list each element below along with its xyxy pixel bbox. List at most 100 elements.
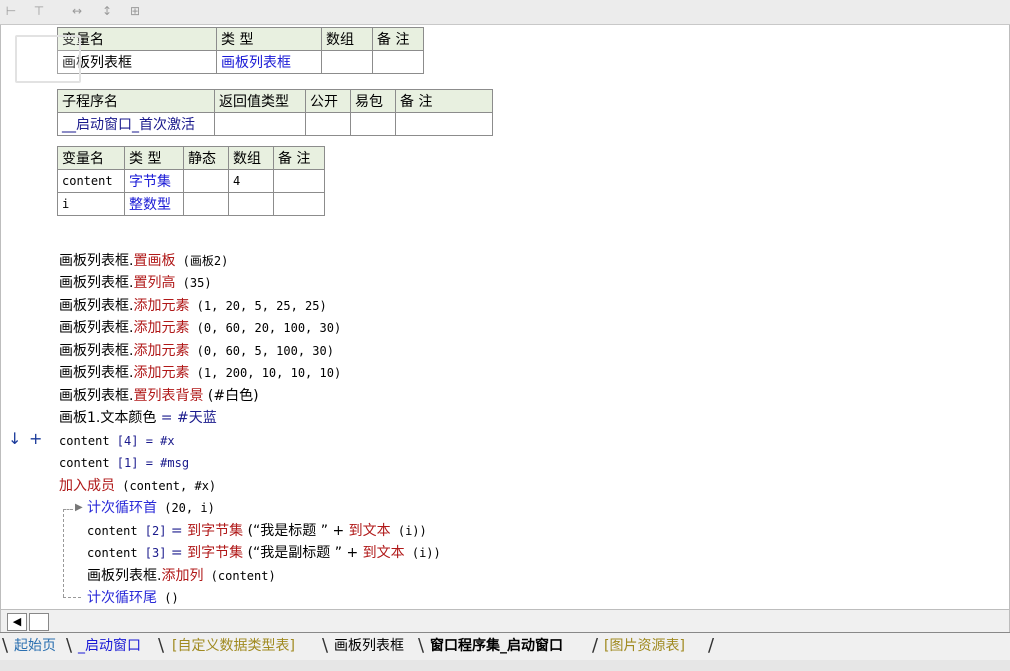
method-name: 置画板: [133, 253, 176, 269]
assembly-variable-table: 变量名 类 型 数组 备 注 画板列表框 画板列表框: [57, 27, 424, 74]
note-cell[interactable]: [273, 192, 325, 216]
subroutine-name-cell[interactable]: __启动窗口_首次激活: [57, 112, 215, 136]
assign-operator: =: [138, 434, 161, 448]
arguments: (content, #x): [115, 479, 217, 493]
code-line[interactable]: 加入成员 (content, #x): [59, 477, 216, 495]
arguments: (20, i): [157, 501, 215, 515]
code-line[interactable]: content [4] = #x: [59, 432, 175, 450]
local-variable-table: 变量名 类 型 静态 数组 备 注 content 字节集 4 i 整数型: [57, 146, 325, 216]
code-line[interactable]: 计次循环首 (20, i): [87, 499, 215, 517]
code-line[interactable]: 画板列表框.置列高 (35): [59, 274, 212, 292]
scroll-thumb[interactable]: [29, 613, 49, 631]
return-type-cell[interactable]: [214, 112, 306, 136]
object-name: 画板列表框.: [59, 343, 134, 359]
arguments: (0, 60, 5, 100, 30): [189, 344, 334, 358]
column-header: 备 注: [273, 146, 325, 170]
variable-name-cell[interactable]: 画板列表框: [57, 50, 217, 74]
note-cell[interactable]: [273, 169, 325, 193]
tab-image-resources[interactable]: [图片资源表]: [604, 635, 685, 657]
array-cell[interactable]: [228, 192, 274, 216]
array-cell[interactable]: 4: [228, 169, 274, 193]
code-editor[interactable]: 变量名 类 型 数组 备 注 画板列表框 画板列表框 子程序名 返回值类型 公开…: [0, 25, 1010, 609]
tab-startup-window[interactable]: _启动窗口: [78, 635, 141, 657]
arguments: (1, 20, 5, 25, 25): [189, 299, 327, 313]
code-line[interactable]: 计次循环尾 (): [87, 589, 179, 607]
assign-value: #x: [160, 434, 175, 448]
tab-canvas-listbox[interactable]: 画板列表框: [334, 635, 404, 657]
loop-arrow-icon: ▶: [75, 502, 83, 513]
tab-divider: \: [2, 635, 9, 656]
same-size-icon[interactable]: ⊞: [126, 2, 144, 20]
command-name: 加入成员: [59, 478, 115, 494]
tab-divider: \: [322, 635, 329, 656]
local-var-name-cell[interactable]: content: [57, 169, 125, 193]
scroll-left-arrow-icon[interactable]: ◀: [7, 613, 27, 631]
column-header: 公开: [305, 89, 351, 113]
align-top-icon[interactable]: ⊤: [30, 2, 48, 20]
code-line[interactable]: content [2] = 到字节集 (“我是标题 ” + 到文本 (i)): [87, 522, 427, 540]
code-line[interactable]: 画板列表框.添加元素 (1, 20, 5, 25, 25): [59, 297, 327, 315]
assign-operator: =: [166, 523, 188, 539]
variable-type-cell[interactable]: 画板列表框: [216, 50, 322, 74]
code-line[interactable]: 画板列表框.添加列 (content): [87, 567, 276, 585]
tab-window-program-set[interactable]: 窗口程序集_启动窗口: [430, 635, 563, 657]
public-cell[interactable]: [305, 112, 351, 136]
same-width-icon[interactable]: ↔: [68, 2, 86, 20]
method-name: 添加列: [161, 568, 204, 584]
object-name: 画板列表框.: [59, 365, 134, 381]
array-cell[interactable]: [321, 50, 373, 74]
code-line[interactable]: content [3] = 到字节集 (“我是副标题 ” + 到文本 (i)): [87, 544, 441, 562]
variable-ref: content: [59, 434, 117, 448]
local-var-name-cell[interactable]: i: [57, 192, 125, 216]
code-line[interactable]: 画板列表框.置画板 (画板2): [59, 252, 228, 270]
column-header: 类 型: [124, 146, 184, 170]
object-name: 画板列表框.: [59, 298, 134, 314]
code-line[interactable]: 画板列表框.添加元素 (0, 60, 5, 100, 30): [59, 342, 334, 360]
arguments: (#白色): [203, 388, 259, 404]
plus-icon[interactable]: +: [29, 429, 42, 448]
code-line[interactable]: 画板1.文本颜色 = #天蓝: [59, 409, 217, 427]
assign-operator: =: [138, 456, 161, 470]
code-line[interactable]: 画板列表框.置列表背景 (#白色): [59, 387, 259, 405]
same-height-icon[interactable]: ↕: [98, 2, 116, 20]
tab-start-page[interactable]: 起始页: [14, 635, 56, 657]
tab-divider: \: [66, 635, 73, 656]
loop-guide-line: [63, 509, 73, 510]
column-header: 数组: [321, 27, 373, 51]
column-header: 备 注: [372, 27, 424, 51]
column-header: 类 型: [216, 27, 322, 51]
static-cell[interactable]: [183, 169, 229, 193]
assign-operator: =: [166, 545, 188, 561]
arrow-down-icon[interactable]: ↓: [8, 429, 21, 448]
code-line[interactable]: 画板列表框.添加元素 (1, 200, 10, 10, 10): [59, 364, 341, 382]
align-left-icon[interactable]: ⊢: [2, 2, 20, 20]
tab-divider: \: [158, 635, 165, 656]
object-name: 画板列表框.: [59, 253, 134, 269]
subroutine-table: 子程序名 返回值类型 公开 易包 备 注 __启动窗口_首次激活: [57, 89, 493, 136]
function-name: 到文本: [362, 545, 405, 561]
column-header: 返回值类型: [214, 89, 306, 113]
selection-overlay: [15, 35, 81, 83]
function-name: 到文本: [348, 523, 391, 539]
function-name: 到字节集: [187, 545, 244, 561]
tab-custom-data-types[interactable]: [自定义数据类型表]: [172, 635, 295, 657]
code-line[interactable]: 画板列表框.添加元素 (0, 60, 20, 100, 30): [59, 319, 341, 337]
array-index: [3]: [144, 546, 167, 560]
horizontal-scrollbar[interactable]: ◀: [0, 609, 1010, 633]
note-cell[interactable]: [372, 50, 424, 74]
loop-command: 计次循环尾: [87, 590, 157, 606]
local-var-type-cell[interactable]: 整数型: [124, 192, 184, 216]
method-name: 添加元素: [133, 320, 190, 336]
arguments: (i)): [404, 546, 441, 560]
arguments: (35): [175, 276, 212, 290]
method-name: 置列表背景: [133, 388, 204, 404]
status-strip: [0, 660, 1010, 671]
local-var-type-cell[interactable]: 字节集: [124, 169, 184, 193]
note-cell[interactable]: [395, 112, 493, 136]
easy-package-cell[interactable]: [350, 112, 396, 136]
static-cell[interactable]: [183, 192, 229, 216]
array-index: [4]: [116, 434, 139, 448]
arguments: (): [157, 591, 179, 605]
code-line[interactable]: content [1] = #msg: [59, 454, 189, 472]
arguments: (0, 60, 20, 100, 30): [189, 321, 342, 335]
